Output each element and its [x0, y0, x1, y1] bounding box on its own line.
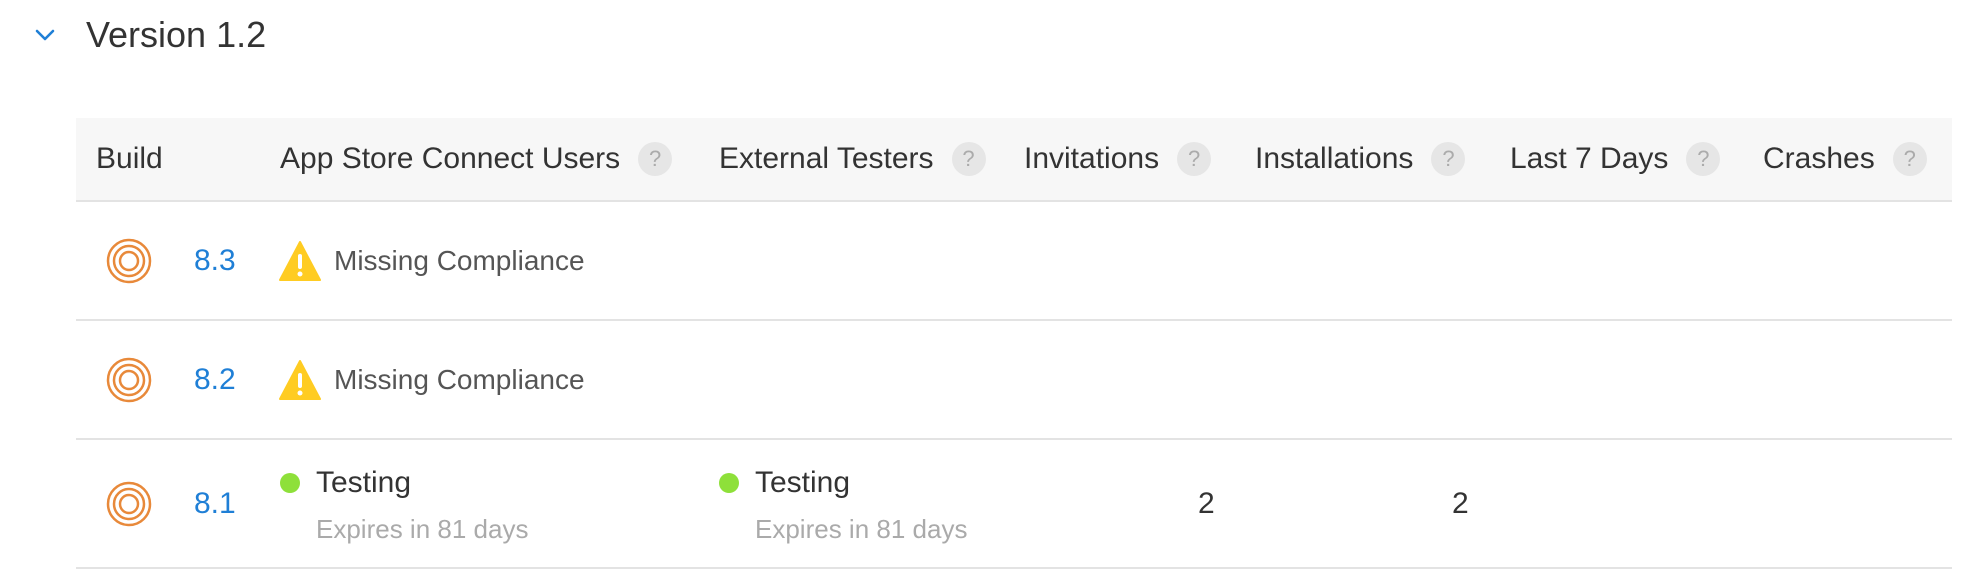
- warning-icon: [279, 359, 321, 400]
- help-icon[interactable]: ?: [1431, 142, 1466, 176]
- help-icon[interactable]: ?: [1686, 142, 1721, 176]
- missing-compliance-status[interactable]: Missing Compliance: [278, 321, 585, 438]
- invitations-count: 2: [1198, 486, 1215, 520]
- table-header: Build App Store Connect Users ? External…: [76, 118, 1952, 202]
- version-title: Version 1.2: [86, 14, 267, 55]
- table-row[interactable]: 8.3 Missing Compliance: [76, 202, 1952, 321]
- column-header-app-store-connect-users: App Store Connect Users ?: [280, 118, 673, 200]
- column-header-build: Build: [96, 118, 163, 200]
- build-number-link[interactable]: 8.1: [194, 440, 236, 567]
- column-label: Invitations: [1024, 142, 1160, 175]
- column-header-installations: Installations ?: [1255, 118, 1466, 200]
- column-label: Installations: [1255, 142, 1414, 175]
- column-header-external-testers: External Testers ?: [719, 118, 986, 200]
- external-testers-status: Testing Expires in 81 days: [719, 466, 967, 545]
- warning-icon: [279, 240, 321, 281]
- table-row[interactable]: 8.2 Missing Compliance: [76, 321, 1952, 440]
- build-rings-icon: [106, 357, 152, 403]
- help-icon[interactable]: ?: [638, 142, 673, 176]
- column-label: Build: [96, 142, 163, 175]
- column-label: Last 7 Days: [1510, 142, 1669, 175]
- status-label: Missing Compliance: [334, 244, 585, 276]
- app-store-connect-users-status: Testing Expires in 81 days: [280, 466, 528, 545]
- build-number-link[interactable]: 8.3: [194, 202, 236, 319]
- column-label: External Testers: [719, 142, 934, 175]
- build-number-link[interactable]: 8.2: [194, 321, 236, 438]
- status-label: Testing: [755, 466, 851, 499]
- chevron-down-icon[interactable]: [30, 20, 60, 50]
- expiry-note: Expires in 81 days: [755, 514, 968, 544]
- column-header-last-7-days: Last 7 Days ?: [1510, 118, 1721, 200]
- version-header: Version 1.2: [30, 10, 266, 60]
- testing-status-dot: [719, 473, 739, 493]
- column-header-invitations: Invitations ?: [1024, 118, 1212, 200]
- status-label: Testing: [316, 466, 412, 499]
- help-icon[interactable]: ?: [951, 142, 986, 176]
- column-label: App Store Connect Users: [280, 142, 621, 175]
- help-icon[interactable]: ?: [1892, 142, 1927, 176]
- column-label: Crashes: [1763, 142, 1875, 175]
- missing-compliance-status[interactable]: Missing Compliance: [278, 202, 585, 319]
- build-rings-icon: [106, 238, 152, 284]
- column-header-crashes: Crashes ?: [1763, 118, 1927, 200]
- help-icon[interactable]: ?: [1177, 142, 1212, 176]
- builds-table: Build App Store Connect Users ? External…: [76, 118, 1952, 569]
- status-label: Missing Compliance: [334, 363, 585, 395]
- installations-count: 2: [1452, 486, 1469, 520]
- table-row[interactable]: 8.1 Testing Expires in 81 days Testing E…: [76, 440, 1952, 569]
- testing-status-dot: [280, 473, 300, 493]
- expiry-note: Expires in 81 days: [316, 514, 529, 544]
- build-rings-icon: [106, 481, 152, 527]
